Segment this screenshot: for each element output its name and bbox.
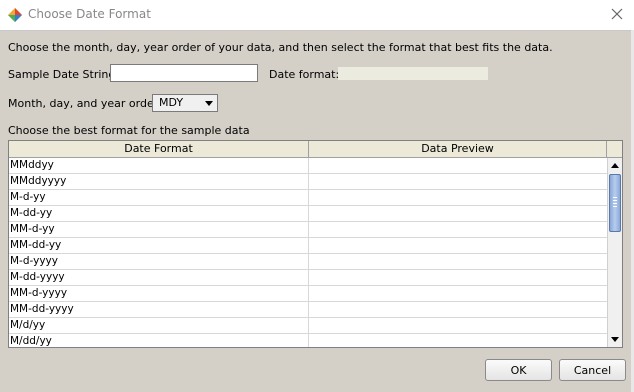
table-row[interactable]: M-dd-yyyy (9, 270, 607, 286)
table-row[interactable]: M/d/yy (9, 318, 607, 334)
cancel-button[interactable]: Cancel (559, 359, 626, 381)
data-preview-cell (309, 302, 607, 317)
column-header-data-preview[interactable]: Data Preview (309, 141, 607, 158)
vertical-scrollbar[interactable] (607, 158, 622, 347)
date-format-cell: MMddyy (9, 158, 309, 173)
table-caption: Choose the best format for the sample da… (8, 124, 250, 137)
scrollbar-thumb[interactable] (609, 174, 621, 232)
date-format-cell: M-d-yy (9, 190, 309, 205)
data-preview-cell (309, 174, 607, 189)
table-row[interactable]: MM-dd-yy (9, 238, 607, 254)
data-preview-cell (309, 334, 607, 347)
table-row[interactable]: M-d-yy (9, 190, 607, 206)
data-preview-cell (309, 206, 607, 221)
table-row[interactable]: MMddyy (9, 158, 607, 174)
date-format-label: Date format: (269, 68, 340, 81)
title-bar: Choose Date Format (0, 0, 634, 31)
format-table: Date Format Data Preview MMddyy MMddyyyy M… (8, 140, 623, 348)
app-logo-icon (7, 7, 23, 23)
date-format-cell: M-dd-yy (9, 206, 309, 221)
instructions-text: Choose the month, day, year order of you… (8, 41, 553, 54)
date-format-cell: M/d/yy (9, 318, 309, 333)
table-row[interactable]: MM-d-yyyy (9, 286, 607, 302)
scroll-up-button[interactable] (608, 158, 622, 173)
table-row[interactable]: M-d-yyyy (9, 254, 607, 270)
date-format-cell: M/dd/yy (9, 334, 309, 347)
data-preview-cell (309, 286, 607, 301)
table-body: MMddyy MMddyyyy M-d-yy M-dd-yy MM-d-yy MM-dd-… (9, 158, 607, 347)
window-title: Choose Date Format (28, 7, 151, 21)
data-preview-cell (309, 270, 607, 285)
close-icon (611, 8, 623, 23)
sample-date-input[interactable] (110, 64, 258, 82)
data-preview-cell (309, 238, 607, 253)
table-row[interactable]: MM-dd-yyyy (9, 302, 607, 318)
grip-icon (613, 197, 617, 207)
date-format-cell: MM-d-yyyy (9, 286, 309, 301)
data-preview-cell (309, 190, 607, 205)
data-preview-cell (309, 158, 607, 173)
order-label: Month, day, and year order: (8, 97, 162, 110)
date-format-cell: M-dd-yyyy (9, 270, 309, 285)
header-corner (607, 141, 622, 158)
order-select[interactable]: MDY (152, 94, 218, 112)
table-row[interactable]: M-dd-yy (9, 206, 607, 222)
close-button[interactable] (600, 0, 634, 30)
table-header: Date Format Data Preview (9, 141, 622, 158)
date-format-cell: MMddyyyy (9, 174, 309, 189)
order-select-value: MDY (159, 96, 184, 109)
date-format-cell: MM-dd-yyyy (9, 302, 309, 317)
date-format-cell: MM-dd-yy (9, 238, 309, 253)
sample-date-label: Sample Date String: (8, 68, 120, 81)
data-preview-cell (309, 222, 607, 237)
date-format-display (338, 67, 488, 80)
column-header-date-format[interactable]: Date Format (9, 141, 309, 158)
table-row[interactable]: MMddyyyy (9, 174, 607, 190)
date-format-cell: MM-d-yy (9, 222, 309, 237)
date-format-cell: M-d-yyyy (9, 254, 309, 269)
table-row[interactable]: M/dd/yy (9, 334, 607, 347)
arrow-up-icon (611, 163, 619, 168)
arrow-down-icon (611, 337, 619, 342)
chevron-down-icon (205, 101, 213, 106)
scroll-down-button[interactable] (608, 332, 622, 347)
table-row[interactable]: MM-d-yy (9, 222, 607, 238)
data-preview-cell (309, 318, 607, 333)
ok-button[interactable]: OK (485, 359, 552, 381)
data-preview-cell (309, 254, 607, 269)
